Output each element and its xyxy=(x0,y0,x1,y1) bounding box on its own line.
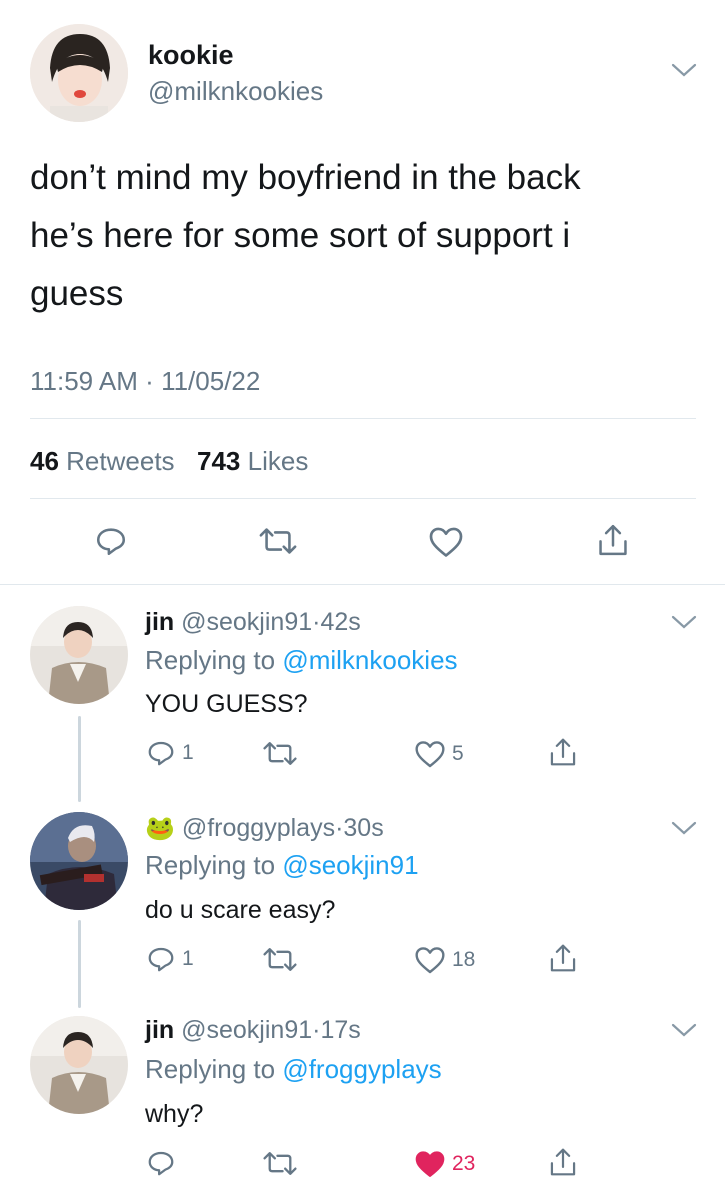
replying-to-prefix: Replying to xyxy=(145,850,276,880)
reply-icon xyxy=(148,947,174,972)
heart-icon xyxy=(415,741,445,768)
retweet-icon xyxy=(263,1152,297,1175)
share-icon xyxy=(599,524,627,556)
reply-count: 1 xyxy=(182,741,194,764)
user-handle[interactable]: @milknkookies xyxy=(148,76,323,107)
like-button[interactable]: 18 xyxy=(414,945,475,975)
share-icon xyxy=(550,1148,576,1176)
reply-author-handle[interactable]: @froggyplays xyxy=(182,814,335,842)
chevron-down-icon[interactable] xyxy=(670,1020,698,1040)
likes-count: 743 xyxy=(197,446,241,476)
thread-connector xyxy=(78,716,81,802)
reply-time[interactable]: 30s xyxy=(343,814,383,842)
reply-button[interactable] xyxy=(94,524,128,558)
chevron-down-icon[interactable] xyxy=(670,818,698,838)
replying-to-prefix: Replying to xyxy=(145,1054,276,1084)
like-button[interactable]: 23 xyxy=(414,1149,475,1179)
retweet-icon xyxy=(259,528,297,554)
reply-text: YOU GUESS? xyxy=(145,690,308,718)
likes-label: Likes xyxy=(247,446,309,476)
replying-to: Replying to @milknkookies xyxy=(145,645,458,676)
avatar[interactable] xyxy=(30,24,128,122)
reply-button[interactable]: 1 xyxy=(146,944,194,974)
reply-header: jin @seokjin91·42s xyxy=(145,608,361,637)
tweet-text-line: don’t mind my boyfriend in the back xyxy=(30,158,581,197)
share-button[interactable] xyxy=(548,942,578,974)
divider xyxy=(30,498,696,499)
retweet-icon xyxy=(263,948,297,971)
divider xyxy=(30,418,696,419)
reply-text: why? xyxy=(145,1100,204,1128)
chevron-down-icon[interactable] xyxy=(670,60,698,80)
reply-time[interactable]: 42s xyxy=(320,608,360,636)
chevron-down-icon[interactable] xyxy=(670,612,698,632)
thread-connector xyxy=(78,920,81,1008)
retweet-button[interactable] xyxy=(262,1150,298,1177)
reply-icon xyxy=(148,741,174,766)
reply-count: 1 xyxy=(182,947,194,970)
retweets-label: Retweets xyxy=(66,446,175,476)
replying-to-handle[interactable]: @seokjin91 xyxy=(282,850,418,880)
like-button[interactable]: 5 xyxy=(414,739,464,769)
retweet-button[interactable] xyxy=(262,946,298,973)
avatar[interactable] xyxy=(30,812,128,910)
like-count: 23 xyxy=(452,1152,476,1175)
reply-author-handle[interactable]: @seokjin91 xyxy=(181,1016,312,1044)
retweet-button[interactable] xyxy=(258,526,298,556)
replying-to-handle[interactable]: @milknkookies xyxy=(282,645,457,675)
reply-header: jin @seokjin91·17s xyxy=(145,1016,361,1045)
retweets-stat[interactable]: 46 Retweets xyxy=(30,446,182,476)
like-button[interactable] xyxy=(428,525,464,559)
share-icon xyxy=(550,738,576,766)
avatar[interactable] xyxy=(30,1016,128,1114)
reply-author-name[interactable]: jin xyxy=(145,608,174,636)
reply-author-name[interactable]: jin xyxy=(145,1016,174,1044)
share-button[interactable] xyxy=(548,736,578,768)
reply-time[interactable]: 17s xyxy=(320,1016,360,1044)
replying-to: Replying to @seokjin91 xyxy=(145,850,419,881)
reply-author-emoji[interactable]: 🐸 xyxy=(145,815,175,842)
display-name[interactable]: kookie xyxy=(148,40,234,71)
heart-icon xyxy=(415,1151,445,1177)
replying-to-handle[interactable]: @froggyplays xyxy=(282,1054,441,1084)
tweet-timestamp[interactable]: 11:59 AM · 11/05/22 xyxy=(30,366,260,397)
like-count: 5 xyxy=(452,742,464,765)
reply-button[interactable]: 1 xyxy=(146,738,194,768)
avatar[interactable] xyxy=(30,606,128,704)
retweet-icon xyxy=(263,742,297,765)
heart-icon xyxy=(415,947,445,974)
share-button[interactable] xyxy=(548,1146,578,1178)
divider xyxy=(0,584,725,585)
reply-author-handle[interactable]: @seokjin91 xyxy=(181,608,312,636)
tweet-text-line: guess xyxy=(30,274,124,313)
separator-dot: · xyxy=(145,366,162,396)
tweet-date: 11/05/22 xyxy=(161,366,261,396)
heart-icon xyxy=(429,527,463,557)
replying-to: Replying to @froggyplays xyxy=(145,1054,442,1085)
retweets-count: 46 xyxy=(30,446,59,476)
likes-stat[interactable]: 743 Likes xyxy=(197,446,308,476)
engagement-stats: 46 Retweets 743 Likes xyxy=(30,446,308,477)
reply-button[interactable] xyxy=(146,1148,176,1178)
tweet-time: 11:59 AM xyxy=(30,366,138,396)
reply-icon xyxy=(96,528,126,556)
replying-to-prefix: Replying to xyxy=(145,645,276,675)
like-count: 18 xyxy=(452,948,476,971)
reply-icon xyxy=(148,1151,174,1176)
reply-text: do u scare easy? xyxy=(145,896,336,924)
retweet-button[interactable] xyxy=(262,740,298,767)
tweet-text-line: he’s here for some sort of support i xyxy=(30,216,571,255)
share-icon xyxy=(550,944,576,972)
share-button[interactable] xyxy=(596,522,630,558)
reply-header: 🐸 @froggyplays·30s xyxy=(145,814,384,843)
